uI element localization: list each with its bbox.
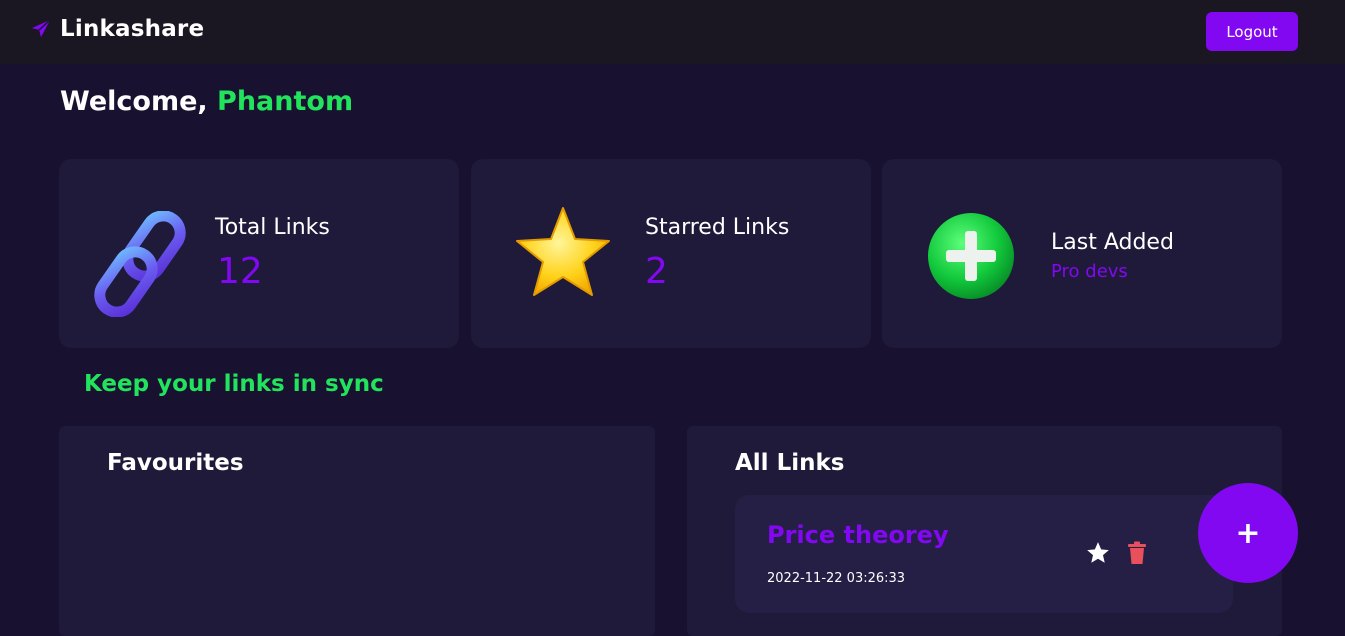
last-added-title: Last Added bbox=[1051, 230, 1174, 255]
link-title[interactable]: Price theorey bbox=[767, 521, 949, 549]
welcome-heading: Welcome, Phantom bbox=[60, 86, 353, 117]
plus-circle-icon bbox=[928, 213, 1014, 299]
welcome-username: Phantom bbox=[217, 86, 354, 117]
brand[interactable]: Linkashare bbox=[30, 14, 204, 44]
add-link-button[interactable]: + bbox=[1198, 483, 1298, 583]
all-links-title: All Links bbox=[735, 450, 845, 476]
paper-plane-icon bbox=[31, 19, 51, 38]
star-icon[interactable] bbox=[1085, 540, 1111, 566]
starred-links-value: 2 bbox=[645, 251, 668, 292]
star-icon bbox=[516, 207, 610, 296]
trash-icon[interactable] bbox=[1127, 541, 1147, 565]
total-links-card: Total Links 12 bbox=[59, 159, 459, 348]
favourites-panel: Favourites bbox=[59, 426, 655, 636]
total-links-title: Total Links bbox=[215, 215, 330, 240]
starred-links-title: Starred Links bbox=[645, 215, 790, 240]
starred-links-card: Starred Links 2 bbox=[471, 159, 871, 348]
navbar: Linkashare Logout bbox=[0, 0, 1345, 64]
tagline: Keep your links in sync bbox=[84, 371, 384, 397]
chain-link-icon bbox=[94, 211, 186, 317]
link-date: 2022-11-22 03:26:33 bbox=[767, 571, 906, 586]
welcome-greeting: Welcome, bbox=[60, 86, 218, 117]
last-added-value[interactable]: Pro devs bbox=[1051, 261, 1128, 282]
total-links-value: 12 bbox=[217, 251, 263, 292]
last-added-card: Last Added Pro devs bbox=[882, 159, 1282, 348]
brand-name: Linkashare bbox=[60, 16, 205, 42]
link-item[interactable]: Price theorey 2022-11-22 03:26:33 bbox=[735, 495, 1233, 613]
logout-button[interactable]: Logout bbox=[1206, 12, 1298, 51]
favourites-title: Favourites bbox=[107, 450, 244, 476]
all-links-panel: All Links Price theorey 2022-11-22 03:26… bbox=[687, 426, 1282, 636]
